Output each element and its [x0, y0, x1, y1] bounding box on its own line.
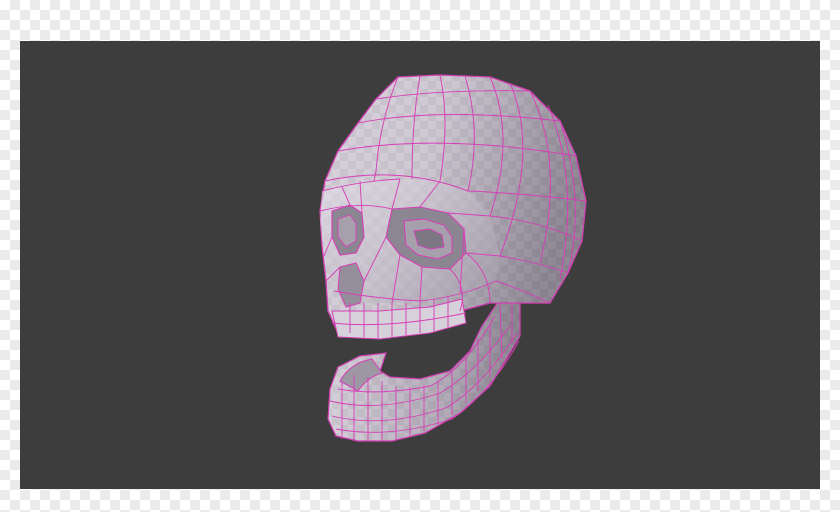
3d-viewport[interactable] [20, 41, 820, 489]
skull-icon [319, 74, 587, 442]
skull-mesh [319, 74, 587, 340]
